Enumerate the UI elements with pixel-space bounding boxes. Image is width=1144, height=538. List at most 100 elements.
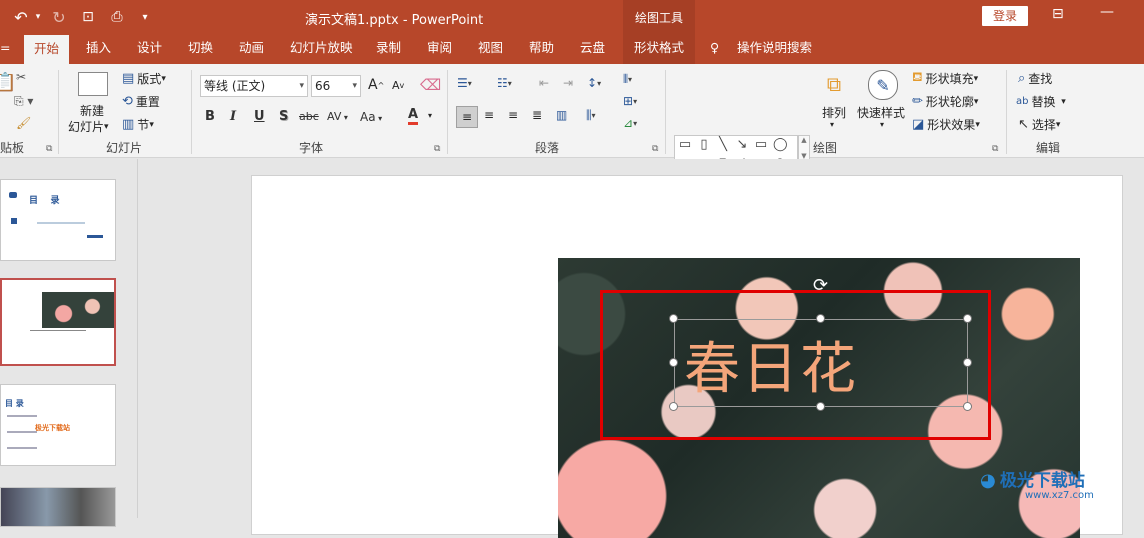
bullets-icon[interactable]: ☰ ▾	[457, 76, 472, 90]
font-color-dropdown-icon[interactable]: ▾	[428, 111, 432, 120]
new-slide-label[interactable]: 新建	[80, 102, 104, 119]
paste-icon[interactable]: 📋	[0, 72, 16, 93]
numbering-icon[interactable]: ☷ ▾	[497, 76, 512, 90]
redo-icon[interactable]: ↻	[50, 7, 68, 27]
tab-home[interactable]: 开始	[24, 35, 70, 64]
clipboard-launcher-icon[interactable]: ⧉	[46, 144, 52, 154]
tab-animations[interactable]: 动画	[239, 34, 264, 64]
scroll-up-icon[interactable]: ▲	[799, 136, 809, 144]
slide-title-text[interactable]: 春日花	[684, 324, 858, 405]
shape-fill-button[interactable]: ⛾ 形状填充 ▾	[912, 70, 978, 87]
arrange-dropdown-icon[interactable]: ▾	[830, 120, 834, 129]
grow-font-button[interactable]: A ^	[368, 77, 384, 93]
align-center-icon[interactable]: ≡	[484, 108, 494, 122]
decrease-indent-icon[interactable]: ⇤	[539, 76, 549, 90]
line-shape-icon[interactable]: ╲	[716, 138, 730, 151]
tab-review[interactable]: 审阅	[427, 34, 452, 64]
tab-help[interactable]: 帮助	[529, 34, 554, 64]
resize-handle[interactable]	[963, 314, 972, 323]
columns-icon[interactable]: ⫼ ▾	[586, 108, 596, 123]
tab-design[interactable]: 设计	[137, 34, 162, 64]
quick-styles-button[interactable]: 快速样式	[857, 104, 905, 121]
italic-button[interactable]: I	[230, 109, 236, 124]
format-painter-icon[interactable]: 🖌	[16, 116, 31, 130]
resize-handle[interactable]	[963, 358, 972, 367]
layout-button[interactable]: ▤ 版式 ▾	[122, 70, 166, 87]
shape-outline-button[interactable]: ✏ 形状轮廓 ▾	[912, 93, 978, 110]
line-spacing-icon[interactable]: ↕ ▾	[587, 76, 601, 90]
tell-me-search[interactable]: 操作说明搜索	[737, 34, 812, 64]
underline-button[interactable]: U	[254, 109, 265, 124]
tab-insert[interactable]: 插入	[86, 34, 111, 64]
justify-icon[interactable]: ≣	[532, 108, 542, 122]
minimize-icon[interactable]: —	[1100, 4, 1114, 20]
change-case-button[interactable]: Aa ▾	[360, 110, 382, 124]
arrange-button[interactable]: 排列	[822, 104, 846, 121]
slide-thumbnails-pane[interactable]: 目 录 目 录 极光下载站	[0, 159, 138, 527]
slide-thumbnail-1[interactable]: 目 录	[0, 179, 116, 261]
replace-button[interactable]: ab 替换 ▾	[1016, 93, 1066, 110]
tab-file[interactable]: =	[0, 34, 10, 64]
increase-indent-icon[interactable]: ⇥	[563, 76, 573, 90]
resize-handle[interactable]	[963, 402, 972, 411]
undo-icon[interactable]: ↶	[10, 7, 32, 27]
resize-handle[interactable]	[669, 402, 678, 411]
textbox-shape-icon[interactable]: ▭	[678, 138, 692, 151]
resize-handle[interactable]	[816, 402, 825, 411]
font-name-combo[interactable]: 等线 (正文) ▾	[200, 75, 308, 97]
resize-handle[interactable]	[816, 314, 825, 323]
align-left-icon[interactable]: ≡	[456, 106, 478, 128]
quick-styles-dropdown-icon[interactable]: ▾	[880, 120, 884, 129]
char-spacing-button[interactable]: AV ▾	[327, 110, 348, 123]
tab-view[interactable]: 视图	[478, 34, 503, 64]
clear-format-icon[interactable]: ⌫	[420, 76, 441, 94]
tab-cloud[interactable]: 云盘	[580, 34, 605, 64]
vertical-textbox-icon[interactable]: ▯	[697, 138, 711, 151]
smartart-icon[interactable]: ⊿ ▾	[623, 116, 637, 130]
font-size-combo[interactable]: 66 ▾	[311, 75, 361, 97]
shrink-font-button[interactable]: Av	[392, 79, 404, 92]
ribbon-display-icon[interactable]: ⊟	[1052, 6, 1064, 22]
login-button[interactable]: 登录	[982, 6, 1028, 26]
rotate-handle-icon[interactable]: ⟳	[813, 275, 828, 296]
section-button[interactable]: ▥ 节 ▾	[122, 116, 154, 133]
font-color-button[interactable]: A	[408, 108, 419, 125]
arrow-line-icon[interactable]: ↘	[735, 138, 749, 151]
drawing-launcher-icon[interactable]: ⧉	[992, 144, 998, 154]
resize-handle[interactable]	[669, 358, 678, 367]
copy-icon[interactable]: ⎘ ▾	[14, 94, 33, 109]
slide-thumbnail-2[interactable]	[0, 278, 116, 366]
tab-transitions[interactable]: 切换	[188, 34, 213, 64]
quick-styles-icon[interactable]: ✎	[868, 70, 898, 100]
font-launcher-icon[interactable]: ⧉	[434, 144, 440, 154]
print-preview-icon[interactable]: ⎙	[108, 7, 126, 27]
new-slide-icon[interactable]	[78, 72, 108, 96]
find-button[interactable]: ⌕ 查找	[1018, 70, 1052, 87]
customize-qat-icon[interactable]: ▾	[138, 7, 152, 27]
rectangle-shape-icon[interactable]: ▭	[754, 138, 768, 151]
shadow-button[interactable]: S	[279, 109, 288, 124]
new-slide-label-2[interactable]: 幻灯片 ▾	[68, 118, 109, 135]
tab-record[interactable]: 录制	[376, 34, 401, 64]
align-text-icon[interactable]: ⊞ ▾	[623, 94, 637, 108]
strikethrough-button[interactable]: abc	[299, 110, 319, 123]
slide-thumbnail-4[interactable]	[0, 487, 116, 527]
text-direction-icon[interactable]: ⫴ ▾	[623, 72, 632, 87]
slide-canvas[interactable]: 春日花 ⟳	[139, 159, 1144, 538]
present-icon[interactable]: ⊡	[78, 7, 98, 27]
select-button[interactable]: ↖ 选择 ▾	[1018, 116, 1060, 133]
oval-shape-icon[interactable]: ◯	[773, 138, 788, 151]
shape-effects-button[interactable]: ◪ 形状效果 ▾	[912, 116, 980, 133]
distributed-icon[interactable]: ▥	[556, 108, 567, 122]
align-right-icon[interactable]: ≡	[508, 108, 518, 122]
undo-dropdown-icon[interactable]: ▾	[33, 7, 43, 27]
bold-button[interactable]: B	[205, 109, 215, 124]
tab-slideshow[interactable]: 幻灯片放映	[290, 34, 353, 64]
arrange-icon[interactable]: ⧉	[820, 70, 848, 98]
resize-handle[interactable]	[669, 314, 678, 323]
slide-thumbnail-3[interactable]: 目 录 极光下载站	[0, 384, 116, 466]
tab-shape-format[interactable]: 形状格式	[623, 34, 695, 64]
paragraph-launcher-icon[interactable]: ⧉	[652, 144, 658, 154]
cut-icon[interactable]: ✂	[16, 70, 26, 84]
reset-button[interactable]: ⟲ 重置	[122, 93, 160, 110]
